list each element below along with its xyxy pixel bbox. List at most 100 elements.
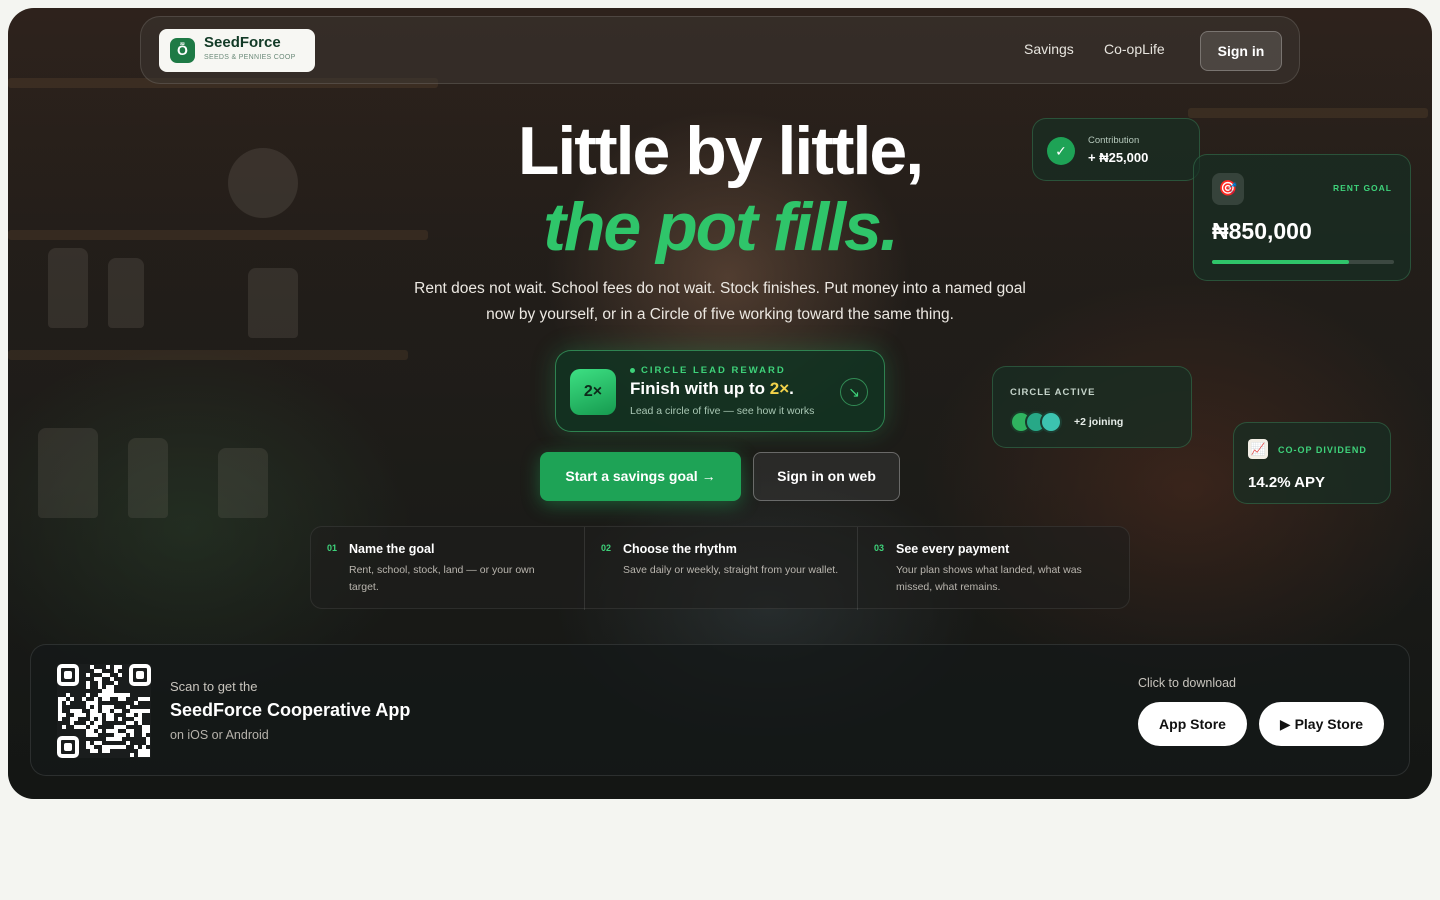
qr-module <box>118 709 122 713</box>
qr-module <box>86 685 90 689</box>
circle-joining-count: +2 joining <box>1074 416 1124 428</box>
hero-lead-text: Rent does not wait. School fees do not w… <box>414 280 1026 323</box>
qr-module <box>122 733 126 737</box>
qr-module <box>146 709 150 713</box>
download-platforms: on iOS or Android <box>170 728 269 742</box>
multiplier-badge: 2× <box>570 369 616 415</box>
contribution-value: + ₦25,000 <box>1088 150 1149 165</box>
step-item: 03 See every payment Your plan shows wha… <box>857 527 1130 610</box>
qr-module <box>118 737 122 741</box>
qr-module <box>118 717 122 721</box>
qr-module <box>70 697 74 701</box>
qr-module <box>74 717 78 721</box>
rent-goal-progress-fill <box>1212 260 1349 264</box>
brand-name: SeedForce <box>204 34 281 51</box>
circle-active-label: CIRCLE ACTIVE <box>1010 387 1096 398</box>
contribution-label: Contribution <box>1088 135 1140 146</box>
qr-module <box>94 733 98 737</box>
step-item: 02 Choose the rhythm Save daily or weekl… <box>584 527 857 610</box>
rent-goal-amount: ₦850,000 <box>1212 218 1312 244</box>
qr-finder <box>57 736 79 758</box>
qr-module <box>118 665 122 669</box>
qr-code[interactable] <box>57 664 151 758</box>
qr-module <box>82 713 86 717</box>
qr-module <box>130 733 134 737</box>
hero-section: Ȭ SeedForce SEEDS & PENNIES COOP Savings… <box>8 8 1432 799</box>
arrow-down-right-icon[interactable]: ↘ <box>840 378 868 406</box>
step-number: 01 <box>327 543 338 553</box>
step-item: 01 Name the goal Rent, school, stock, la… <box>311 527 584 610</box>
qr-module <box>146 697 150 701</box>
qr-module <box>106 697 110 701</box>
qr-finder <box>57 664 79 686</box>
download-app-title: SeedForce Cooperative App <box>170 700 411 720</box>
circle-lead-reward-card[interactable]: 2× CIRCLE LEAD REWARD Finish with up to … <box>555 350 885 432</box>
nav-link-savings[interactable]: Savings <box>1024 41 1074 57</box>
circle-active-card: CIRCLE ACTIVE +2 joining <box>992 366 1192 448</box>
brand-logo[interactable]: Ȭ SeedForce SEEDS & PENNIES COOP <box>159 29 315 72</box>
sign-in-button[interactable]: Sign in <box>1200 31 1282 71</box>
qr-module <box>134 701 138 705</box>
start-savings-goal-button[interactable]: Start a savings goal → <box>540 452 741 501</box>
step-number: 02 <box>601 543 612 553</box>
qr-module <box>94 749 98 753</box>
qr-module <box>110 717 114 721</box>
rent-goal-label: RENT GOAL <box>1332 183 1392 193</box>
qr-module <box>118 673 122 677</box>
step-title: Name the goal <box>349 542 435 556</box>
chart-up-icon: 📈 <box>1248 439 1268 459</box>
dividend-label: CO-OP DIVIDEND <box>1278 445 1367 455</box>
qr-module <box>146 741 150 745</box>
qr-module <box>86 673 90 677</box>
reward-multiplier: 2× <box>769 379 790 398</box>
qr-module <box>122 745 126 749</box>
qr-module <box>66 701 70 705</box>
download-scan-text: Scan to get the <box>170 679 258 694</box>
click-to-download-label: Click to download <box>1138 676 1236 690</box>
brand-tagline: SEEDS & PENNIES COOP <box>204 54 296 61</box>
qr-module <box>126 693 130 697</box>
reward-title-prefix: Finish with up to <box>630 379 770 398</box>
qr-module <box>146 729 150 733</box>
app-download-bar: Scan to get the SeedForce Cooperative Ap… <box>30 644 1410 776</box>
rent-goal-card: 🎯 RENT GOAL ₦850,000 <box>1193 154 1411 281</box>
app-store-button[interactable]: App Store <box>1138 702 1247 746</box>
qr-module <box>114 681 118 685</box>
rent-goal-progress-bar <box>1212 260 1394 264</box>
contribution-card: ✓ Contribution + ₦25,000 <box>1032 118 1200 181</box>
step-number: 03 <box>874 543 885 553</box>
qr-module <box>106 665 110 669</box>
reward-title: Finish with up to 2×. <box>630 379 794 399</box>
coop-dividend-card: 📈 CO-OP DIVIDEND 14.2% APY <box>1233 422 1391 504</box>
top-nav: Ȭ SeedForce SEEDS & PENNIES COOP Savings… <box>140 16 1300 84</box>
step-title: Choose the rhythm <box>623 542 737 556</box>
check-icon: ✓ <box>1047 137 1075 165</box>
dividend-value: 14.2% APY <box>1248 474 1325 491</box>
seed-icon: Ȭ <box>170 38 195 63</box>
reward-title-suffix: . <box>789 379 794 398</box>
reward-subtitle: Lead a circle of five — see how it works <box>630 405 815 417</box>
qr-module <box>98 729 102 733</box>
qr-module <box>98 721 102 725</box>
reward-kicker-text: CIRCLE LEAD REWARD <box>641 365 786 376</box>
reward-kicker: CIRCLE LEAD REWARD <box>630 365 786 376</box>
qr-finder <box>129 664 151 686</box>
qr-module <box>146 753 150 757</box>
avatar <box>1040 411 1062 433</box>
qr-module <box>122 697 126 701</box>
qr-module <box>126 741 130 745</box>
step-description: Your plan shows what landed, what was mi… <box>896 564 1082 593</box>
qr-module <box>62 713 66 717</box>
how-it-works-steps: 01 Name the goal Rent, school, stock, la… <box>310 526 1130 610</box>
qr-module <box>130 721 134 725</box>
qr-module <box>106 749 110 753</box>
play-store-button[interactable]: ▶ Play Store <box>1259 702 1384 746</box>
qr-module <box>130 753 134 757</box>
sign-in-on-web-button[interactable]: Sign in on web <box>753 452 900 501</box>
step-description: Save daily or weekly, straight from your… <box>623 564 839 576</box>
qr-module <box>58 717 62 721</box>
step-description: Rent, school, stock, land — or your own … <box>349 564 535 593</box>
target-icon: 🎯 <box>1212 173 1244 205</box>
nav-link-coop-life[interactable]: Co-opLife <box>1104 41 1165 57</box>
live-dot-icon <box>630 367 635 373</box>
